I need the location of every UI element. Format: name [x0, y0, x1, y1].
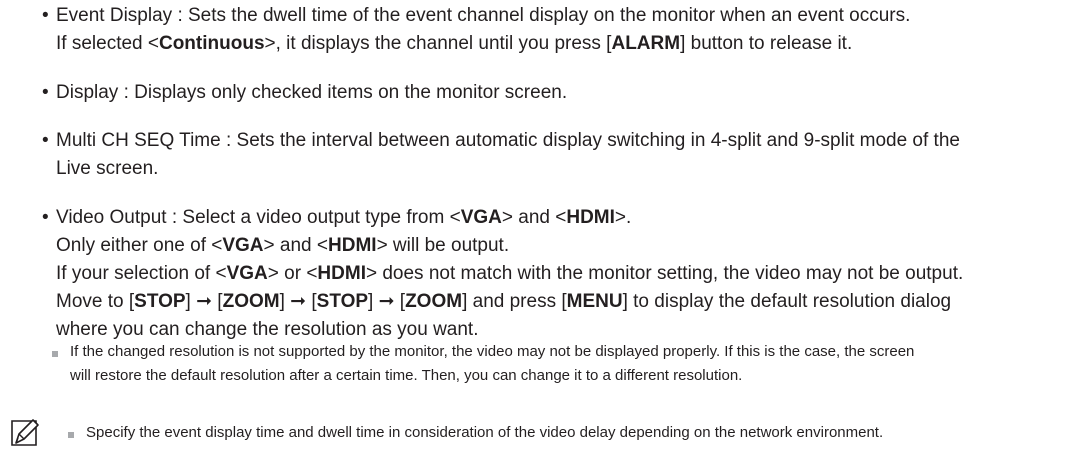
bullet-line: Display : Displays only checked items on…	[56, 82, 568, 103]
note-square-icon	[52, 351, 58, 357]
bullet-line: Multi CH SEQ Time : Sets the interval be…	[56, 130, 960, 151]
bullet-video-output: • Video Output : Select a video output t…	[42, 204, 1067, 344]
note-pen-icon	[11, 419, 39, 446]
manual-page: • Event Display : Sets the dwell time of…	[0, 0, 1074, 462]
bullet-line: Live screen.	[56, 158, 159, 179]
bullet-display: • Display : Displays only checked items …	[42, 79, 1067, 107]
bullet-line: If your selection of <VGA> or <HDMI> doe…	[56, 263, 964, 284]
note-square-icon	[68, 432, 74, 438]
bullet-line: Video Output : Select a video output typ…	[56, 207, 632, 228]
note-text: Specify the event display time and dwell…	[86, 424, 884, 441]
bullet-event-display: • Event Display : Sets the dwell time of…	[42, 2, 1067, 58]
bullet-line: Event Display : Sets the dwell time of t…	[56, 5, 911, 26]
sub-note-line: If the changed resolution is not support…	[70, 343, 915, 360]
sub-note-line: will restore the default resolution afte…	[70, 367, 743, 384]
bullet-line: Move to [STOP] ➞ [ZOOM] ➞ [STOP] ➞ [ZOOM…	[56, 291, 952, 312]
bullet-line: Only either one of <VGA> and <HDMI> will…	[56, 235, 510, 256]
bullet-line: If selected <Continuous>, it displays th…	[56, 33, 853, 54]
sub-note: If the changed resolution is not support…	[70, 340, 1074, 388]
bullet-multi-ch-seq-time: • Multi CH SEQ Time : Sets the interval …	[42, 127, 1067, 183]
